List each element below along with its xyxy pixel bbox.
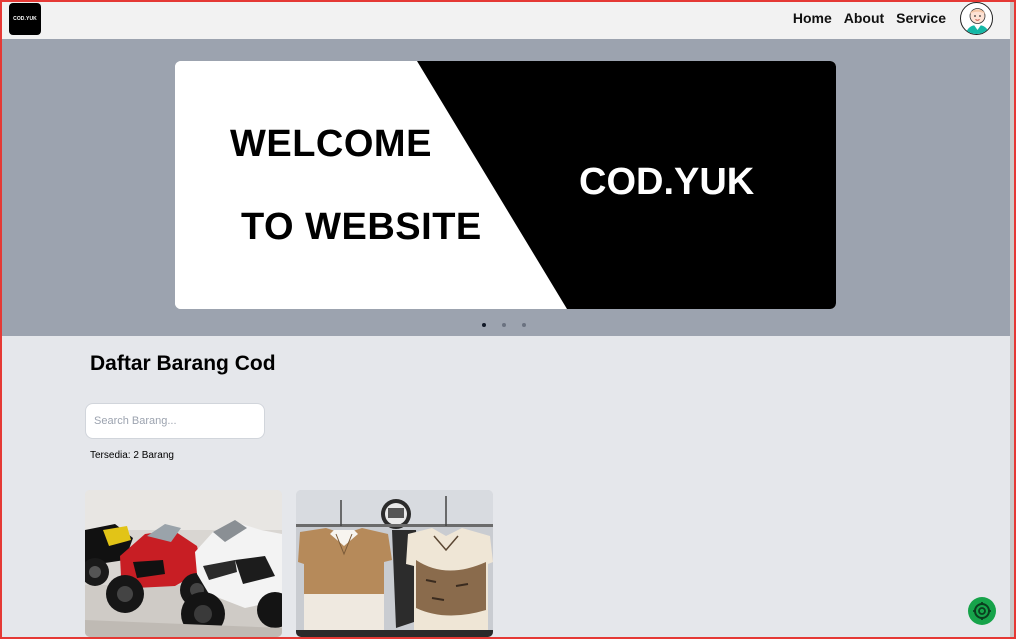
user-avatar-icon bbox=[965, 8, 990, 34]
user-avatar[interactable] bbox=[960, 2, 993, 35]
page-title: Daftar Barang Cod bbox=[90, 352, 276, 375]
scrollbar-thumb[interactable] bbox=[1010, 2, 1014, 637]
logo-text: COD.YUK bbox=[13, 16, 37, 22]
nav-about-link[interactable]: About bbox=[844, 10, 884, 26]
main-nav: Home About Service bbox=[793, 10, 946, 26]
product-card-motorcycles[interactable] bbox=[85, 490, 282, 637]
carousel-dot-2[interactable] bbox=[502, 323, 506, 327]
floating-action-button[interactable] bbox=[968, 597, 996, 625]
hero-carousel: WELCOME TO WEBSITE COD.YUK bbox=[2, 39, 1010, 336]
search-input[interactable] bbox=[85, 403, 265, 439]
top-navbar: COD.YUK Home About Service bbox=[2, 2, 1010, 39]
nav-home-link[interactable]: Home bbox=[793, 10, 832, 26]
available-count: Tersedia: 2 Barang bbox=[90, 450, 174, 461]
settings-icon bbox=[973, 602, 991, 620]
brand-heading: COD.YUK bbox=[579, 161, 755, 203]
product-card-clothes[interactable] bbox=[296, 490, 493, 637]
site-logo[interactable]: COD.YUK bbox=[9, 3, 41, 35]
welcome-heading: WELCOME bbox=[230, 123, 432, 165]
carousel-dot-1[interactable] bbox=[482, 323, 486, 327]
welcome-subheading: TO WEBSITE bbox=[241, 206, 482, 248]
welcome-banner[interactable]: WELCOME TO WEBSITE COD.YUK bbox=[175, 61, 836, 309]
clothes-rack-photo bbox=[296, 490, 493, 637]
nav-service-link[interactable]: Service bbox=[896, 10, 946, 26]
motorcycles-photo bbox=[85, 490, 282, 637]
carousel-indicators bbox=[482, 323, 526, 327]
page-scrollbar[interactable] bbox=[1010, 2, 1014, 637]
carousel-dot-3[interactable] bbox=[522, 323, 526, 327]
